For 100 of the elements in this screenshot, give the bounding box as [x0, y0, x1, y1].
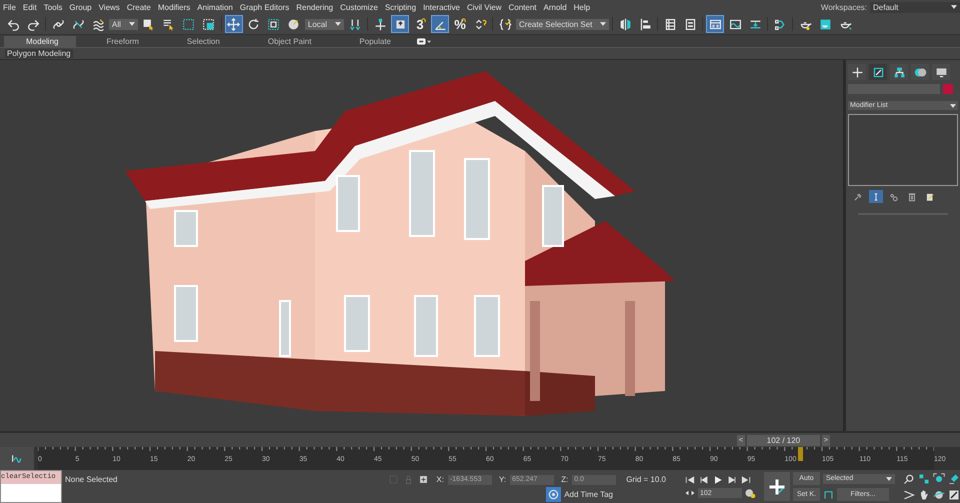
mini-curve-button[interactable]	[0, 447, 34, 470]
monitor-icon	[934, 66, 948, 78]
curve-graph-icon	[728, 18, 742, 30]
toolbar-button[interactable]	[706, 15, 724, 33]
set-key-button[interactable]	[764, 472, 790, 501]
workspaces-label: Workspaces:	[820, 2, 867, 12]
menu-item[interactable]: Customize	[340, 2, 378, 12]
snap-toggle-button[interactable]: 3	[411, 15, 430, 33]
key-tangent-icon[interactable]	[823, 489, 834, 500]
trash-icon	[907, 192, 917, 202]
left-right-arrows-icon[interactable]	[684, 488, 696, 498]
ribbon-tab[interactable]: Object Paint	[246, 36, 330, 47]
zoom-all-icon[interactable]	[918, 472, 930, 484]
ribbon-options-icon[interactable]	[417, 38, 432, 44]
maximize-viewport-icon[interactable]	[948, 488, 960, 500]
toolbar-dropdown[interactable]: Local	[304, 18, 344, 30]
time-config-icon[interactable]	[744, 488, 756, 498]
go-to-end-icon[interactable]	[740, 475, 752, 485]
chain-link-icon	[52, 18, 64, 30]
menu-item[interactable]: Create	[126, 2, 151, 12]
command-panel-tab[interactable]	[911, 64, 929, 80]
menu-item[interactable]: Edit	[22, 2, 37, 12]
next-key-icon[interactable]	[726, 475, 738, 485]
command-panel-tab[interactable]	[932, 64, 950, 80]
previous-key-icon[interactable]	[698, 475, 710, 485]
dotted-filled-square-icon	[202, 18, 216, 30]
menu-item[interactable]: Modifiers	[158, 2, 190, 12]
magnet-icon	[461, 18, 466, 23]
make-unique-icon	[889, 192, 899, 202]
menu-item[interactable]: Graph Editors	[240, 2, 290, 12]
modifier-stack[interactable]	[848, 114, 958, 186]
zoom-extents-icon[interactable]	[933, 472, 945, 484]
command-panel-tab[interactable]	[848, 64, 866, 80]
caret-icon	[951, 5, 957, 9]
caret-icon	[950, 104, 956, 108]
cross-handle-icon	[374, 18, 387, 30]
rotate-icon	[247, 18, 260, 30]
pivot-arrows-icon	[348, 18, 362, 30]
hierarchy-icon	[892, 66, 906, 78]
play-icon[interactable]	[712, 475, 724, 485]
plus-icon	[850, 66, 864, 78]
menu-item[interactable]: File	[3, 2, 16, 12]
scale-icon	[267, 18, 280, 30]
dotted-square-icon	[182, 18, 196, 30]
modify-icon	[872, 66, 884, 78]
stack-tool-button[interactable]	[869, 190, 883, 203]
selection-status: None Selected	[65, 475, 118, 484]
notepad-pencil-icon	[925, 192, 935, 202]
workspace-dropdown[interactable]: Default	[870, 2, 960, 12]
toolbar-dropdown[interactable]: All	[109, 18, 138, 30]
down-arrow-bar-icon	[748, 18, 762, 30]
menu-item[interactable]: Rendering	[296, 2, 334, 12]
command-panel-tab[interactable]	[869, 64, 887, 80]
object-color-swatch[interactable]	[943, 84, 953, 94]
ribbon-tab[interactable]: Selection	[164, 36, 238, 47]
ribbon-tab[interactable]: Modeling	[4, 36, 76, 47]
toolbar-button[interactable]	[224, 15, 243, 33]
caret-icon	[128, 22, 135, 26]
time-marker[interactable]	[798, 447, 803, 461]
menu-item[interactable]: Help	[574, 2, 590, 12]
search-icon[interactable]	[903, 472, 915, 484]
caret-icon	[335, 22, 342, 26]
transform-mode-icon[interactable]	[418, 474, 430, 485]
menu-item[interactable]: Views	[98, 2, 120, 12]
node-graph-icon	[774, 18, 787, 30]
viewport[interactable]	[0, 60, 846, 431]
menu-item[interactable]: Scripting	[384, 2, 416, 12]
zoom-extents-all-icon[interactable]	[948, 472, 960, 484]
caret-icon	[600, 22, 606, 26]
snap-toggle-button[interactable]: %	[451, 15, 470, 33]
toolbar-dropdown[interactable]: Create Selection Set	[516, 18, 610, 30]
add-time-tag-button[interactable]: Add Time Tag	[546, 487, 616, 501]
grid-size-label: Grid = 10.0	[626, 475, 666, 484]
menu-item[interactable]: Arnold	[544, 2, 567, 12]
toolbar-button[interactable]	[431, 15, 450, 33]
mirror-icon	[618, 18, 632, 30]
coordinate-label: X:	[436, 475, 444, 484]
ribbon-tab[interactable]: Freeform	[84, 36, 157, 47]
ribbon-panel-label[interactable]: Polygon Modeling	[5, 49, 73, 58]
menu-item[interactable]: Animation	[197, 2, 233, 12]
orbit-icon[interactable]	[933, 488, 945, 500]
layers-icon	[684, 18, 697, 30]
cursor-square-icon	[142, 18, 156, 30]
undo-icon	[6, 18, 20, 30]
pan-hand-icon[interactable]	[918, 488, 930, 500]
command-panel-tab[interactable]	[890, 64, 908, 80]
time-slider-thumb[interactable]: 102 / 120	[746, 434, 820, 446]
table-icon	[664, 18, 677, 30]
motion-icon	[914, 66, 926, 78]
caret-icon	[886, 476, 892, 480]
go-to-start-icon[interactable]	[684, 475, 696, 485]
menu-item[interactable]: Content	[508, 2, 537, 12]
toolbar-button[interactable]	[391, 15, 410, 33]
menu-item[interactable]: Group	[69, 2, 92, 12]
menu-item[interactable]: Interactive	[423, 2, 460, 12]
field-of-view-icon[interactable]	[903, 488, 915, 500]
ribbon-tab[interactable]: Populate	[337, 36, 410, 47]
menu-item[interactable]: Civil View	[466, 2, 502, 12]
menu-item[interactable]: Tools	[44, 2, 62, 12]
sphere-icon	[287, 18, 300, 30]
